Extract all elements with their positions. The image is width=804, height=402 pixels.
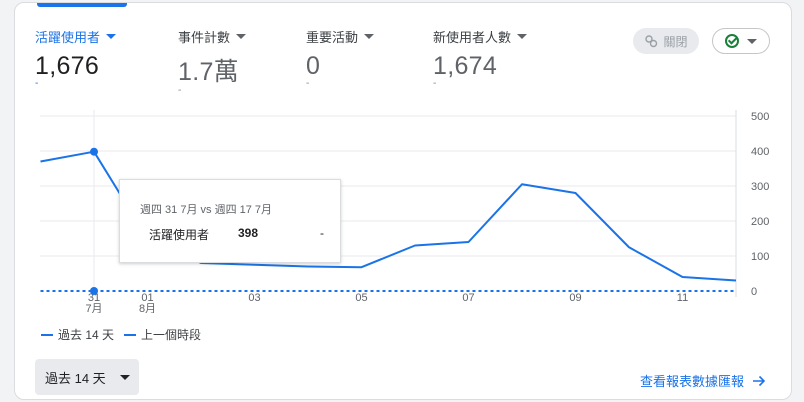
x-tick-label: 07 <box>462 292 474 304</box>
legend-dashed-line-icon <box>124 333 137 336</box>
x-tick-label: 11 <box>677 292 688 304</box>
highlight-point <box>90 287 98 295</box>
y-tick-label: 0 <box>751 286 757 298</box>
y-tick-label: 200 <box>751 216 769 228</box>
y-tick-label: 300 <box>751 181 769 193</box>
legend-solid-line-icon <box>41 333 53 336</box>
y-tick-label: 400 <box>751 146 769 158</box>
dropdown-caret-icon <box>119 374 130 380</box>
x-tick-label: 03 <box>248 292 260 304</box>
x-axis: 317月018月03 05 07 09 11 <box>85 292 688 313</box>
tooltip-title: 週四 31 7月 vs 週四 17 7月 <box>140 204 273 216</box>
tooltip-metric-name: 活躍使用者 <box>149 228 210 242</box>
chart-tooltip: 週四 31 7月 vs 週四 17 7月 活躍使用者 398 - <box>119 179 341 263</box>
x-tick-label: 05 <box>355 292 367 304</box>
legend-previous-label: 上一個時段 <box>141 328 202 342</box>
highlight-point <box>90 147 98 156</box>
x-tick-sublabel: 7月 <box>85 303 102 313</box>
y-tick-label: 100 <box>751 251 769 263</box>
line-chart: 0100200300400500 317月018月03 05 07 09 11 <box>40 110 769 313</box>
view-report-label: 查看報表數據匯報 <box>640 374 745 389</box>
date-range-label: 過去 14 天 <box>45 370 106 386</box>
x-tick-label: 09 <box>569 292 581 304</box>
tooltip-value: 398 <box>238 226 259 240</box>
tooltip-comparison: - <box>320 226 324 240</box>
view-report-link[interactable]: 查看報表數據匯報 <box>640 371 766 390</box>
chart-legend: 過去 14 天 上一個時段 <box>41 326 201 343</box>
date-range-dropdown[interactable]: 過去 14 天 <box>35 359 139 395</box>
y-tick-label: 500 <box>751 111 769 123</box>
y-axis: 0 100 200 300 400 500 <box>751 111 769 298</box>
x-tick-sublabel: 8月 <box>139 303 156 313</box>
legend-current-label: 過去 14 天 <box>58 328 115 342</box>
arrow-right-icon <box>753 375 766 386</box>
report-card: 活躍使用者 1,676 - 事件計數 1.7萬 - 重要活動 0 - 新使用者人… <box>14 2 792 400</box>
